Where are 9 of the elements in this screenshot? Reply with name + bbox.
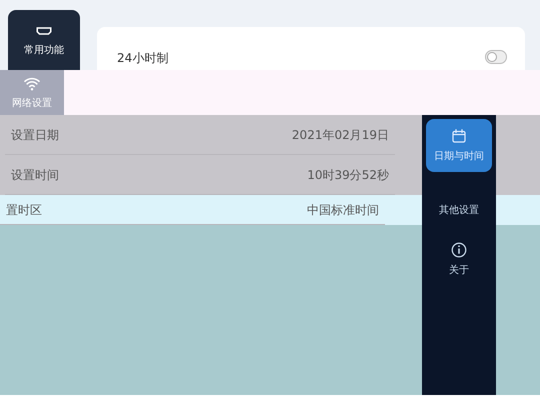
toggle-switch[interactable] (485, 50, 507, 64)
nav-tab[interactable]: 常用功能 (8, 10, 80, 70)
side-nav-item[interactable]: 日期与时间 (426, 119, 492, 172)
side-nav-item[interactable]: 关于 (426, 233, 492, 286)
setting-label: 24小时制 (117, 50, 168, 67)
calendar-icon (450, 127, 468, 145)
info-icon (450, 241, 468, 259)
side-nav-item[interactable]: 其他设置 (439, 194, 479, 226)
setting-row[interactable]: 设置日期 2021年02月19日 (5, 115, 395, 155)
